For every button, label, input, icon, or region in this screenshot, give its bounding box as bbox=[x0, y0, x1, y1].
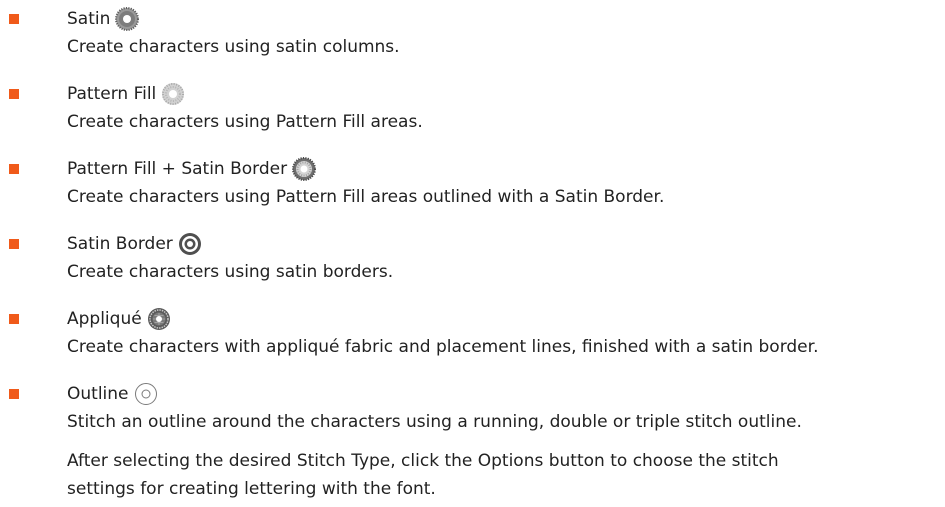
list-item-satin-border: Satin Border Create characters using sat… bbox=[0, 225, 945, 285]
list-item-satin: Satin Create characters using satin colu… bbox=[0, 0, 945, 60]
stitch-type-description: Create characters with appliqué fabric a… bbox=[67, 337, 819, 357]
stitch-type-title: Pattern Fill bbox=[67, 84, 157, 104]
list-item-outline: Outline Stitch an outline around the cha… bbox=[0, 375, 945, 435]
bullet-icon bbox=[9, 389, 19, 399]
applique-icon bbox=[147, 307, 171, 331]
pattern-fill-icon bbox=[161, 82, 185, 106]
list-item-pattern-fill-satin-border: Pattern Fill + Satin Border Create chara… bbox=[0, 150, 945, 210]
stitch-type-title: Outline bbox=[67, 384, 129, 404]
bullet-icon bbox=[9, 14, 19, 24]
after-selecting-paragraph: After selecting the desired Stitch Type,… bbox=[67, 451, 779, 499]
list-item-applique: Appliqué Create characters with appliqué… bbox=[0, 300, 945, 360]
satin-border-icon bbox=[178, 232, 202, 256]
stitch-type-description: Create characters using Pattern Fill are… bbox=[67, 112, 423, 132]
stitch-type-title: Appliqué bbox=[67, 309, 142, 329]
pattern-fill-satin-border-icon bbox=[292, 157, 317, 181]
stitch-type-title: Satin Border bbox=[67, 234, 173, 254]
stitch-type-description: Stitch an outline around the characters … bbox=[67, 412, 802, 432]
bullet-icon bbox=[9, 314, 19, 324]
list-item-pattern-fill: Pattern Fill Create characters using Pat… bbox=[0, 75, 945, 135]
bullet-icon bbox=[9, 89, 19, 99]
stitch-type-description: Create characters using satin columns. bbox=[67, 37, 400, 57]
outline-icon bbox=[134, 382, 158, 406]
stitch-type-description: Create characters using Pattern Fill are… bbox=[67, 187, 665, 207]
bullet-icon bbox=[9, 239, 19, 249]
stitch-type-description: Create characters using satin borders. bbox=[67, 262, 394, 282]
satin-icon bbox=[115, 7, 140, 31]
stitch-type-title: Satin bbox=[67, 9, 111, 29]
bullet-icon bbox=[9, 164, 19, 174]
stitch-type-title: Pattern Fill + Satin Border bbox=[67, 159, 288, 179]
